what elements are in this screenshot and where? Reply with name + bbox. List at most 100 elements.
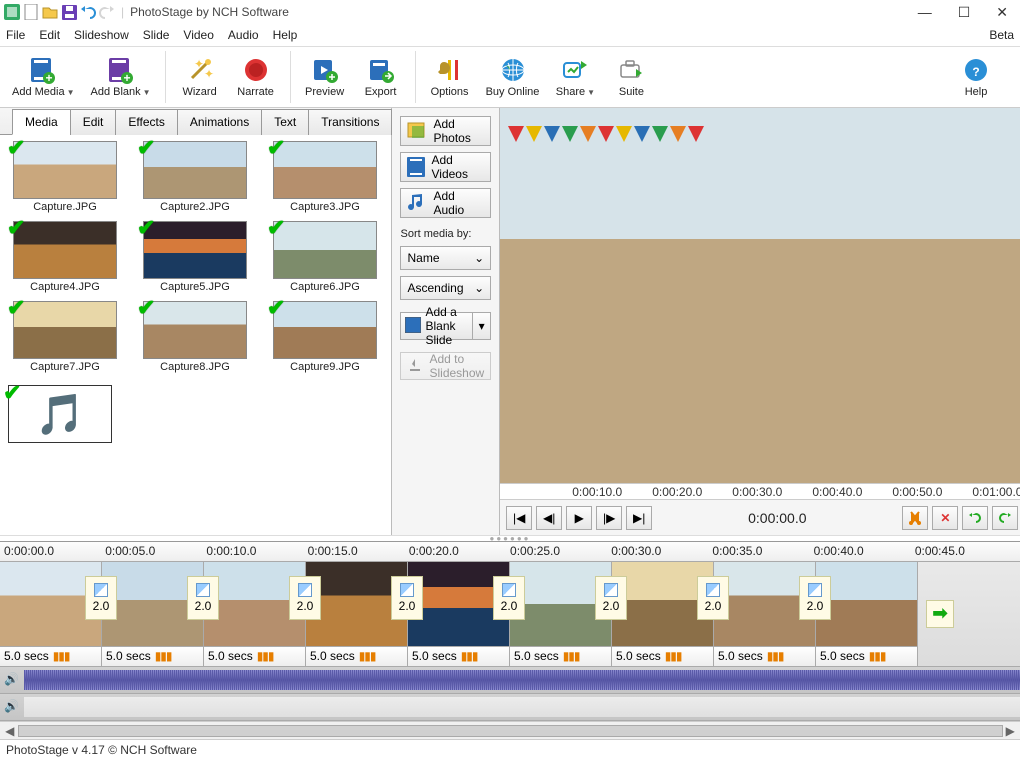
transition-marker[interactable]: 2.0 (595, 576, 627, 620)
share-button[interactable]: Share▼ (547, 54, 603, 100)
svg-text:?: ? (972, 65, 979, 79)
help-button[interactable]: ? Help (948, 54, 1004, 100)
scroll-thumb[interactable] (18, 725, 1003, 737)
check-icon: ✔ (7, 135, 25, 161)
timeline-clip[interactable]: 2.05.0 secs▮▮▮ (0, 562, 102, 666)
transition-marker[interactable]: 2.0 (289, 576, 321, 620)
transition-marker[interactable]: 2.0 (697, 576, 729, 620)
media-thumb[interactable]: ✔Capture7.JPG (4, 301, 126, 379)
menu-help[interactable]: Help (273, 28, 298, 42)
transition-marker[interactable]: 2.0 (85, 576, 117, 620)
preview-ruler[interactable]: 0:00:10.0 0:00:20.0 0:00:30.0 0:00:40.0 … (500, 483, 1020, 499)
open-icon[interactable] (42, 4, 58, 20)
new-icon[interactable] (23, 4, 39, 20)
media-thumb[interactable]: ✔Capture3.JPG (264, 141, 386, 219)
step-back-button[interactable]: ◀| (536, 506, 562, 530)
preview-button[interactable]: Preview (297, 54, 353, 100)
sort-field-select[interactable]: Name ⌄ (400, 246, 491, 270)
add-audio-button[interactable]: Add Audio (400, 188, 491, 218)
buy-online-button[interactable]: Buy Online (478, 54, 548, 100)
options-button[interactable]: Options (422, 54, 478, 100)
minimize-icon[interactable]: — (918, 4, 932, 21)
sort-order-select[interactable]: Ascending ⌄ (400, 276, 491, 300)
export-button[interactable]: Export (353, 54, 409, 100)
undo2-button[interactable] (962, 506, 988, 530)
menu-edit[interactable]: Edit (39, 28, 60, 42)
suite-button[interactable]: Suite (603, 54, 659, 100)
timeline-clip[interactable]: 5.0 secs▮▮▮ (816, 562, 918, 666)
media-thumb-audio[interactable]: ✔🎵 (8, 385, 112, 443)
add-blank-slide-button[interactable]: Add a Blank Slide (400, 312, 473, 340)
menu-slideshow[interactable]: Slideshow (74, 28, 129, 42)
tab-transitions[interactable]: Transitions (308, 109, 392, 135)
go-start-button[interactable]: |◀ (506, 506, 532, 530)
add-blank-button[interactable]: + Add Blank▼ (83, 54, 159, 100)
maximize-icon[interactable]: ☐ (958, 4, 971, 21)
video-track[interactable]: 2.05.0 secs▮▮▮2.05.0 secs▮▮▮2.05.0 secs▮… (0, 562, 1020, 667)
menu-file[interactable]: File (6, 28, 25, 42)
media-thumb[interactable]: ✔Capture4.JPG (4, 221, 126, 299)
scroll-left-icon[interactable]: ◀ (2, 724, 18, 738)
narrate-button[interactable]: Narrate (228, 54, 284, 100)
add-blank-slide-dropdown[interactable]: ▾ (473, 312, 491, 340)
save-icon[interactable] (61, 4, 77, 20)
media-thumb[interactable]: ✔Capture5.JPG (134, 221, 256, 299)
tab-animations[interactable]: Animations (177, 109, 262, 135)
panel-tabs: Media Edit Effects Animations Text Trans… (0, 108, 391, 135)
add-photos-button[interactable]: Add Photos (400, 116, 491, 146)
sort-label: Sort media by: (400, 228, 491, 240)
clip-bars-icon: ▮▮▮ (869, 649, 886, 663)
timeline-clip[interactable]: 2.05.0 secs▮▮▮ (714, 562, 816, 666)
media-thumb[interactable]: ✔Capture9.JPG (264, 301, 386, 379)
step-forward-button[interactable]: |▶ (596, 506, 622, 530)
play-button[interactable]: ▶ (566, 506, 592, 530)
menu-slide[interactable]: Slide (143, 28, 170, 42)
timeline-clip[interactable]: 2.05.0 secs▮▮▮ (204, 562, 306, 666)
audio-track-1[interactable]: 🔊 (0, 667, 1020, 694)
audio-track-2[interactable]: 🔊 (0, 694, 1020, 721)
menu-video[interactable]: Video (183, 28, 213, 42)
transition-marker[interactable]: 2.0 (493, 576, 525, 620)
tab-text[interactable]: Text (261, 109, 309, 135)
svg-text:+: + (123, 71, 130, 84)
transition-marker[interactable]: 2.0 (799, 576, 831, 620)
clip-duration: 5.0 secs (718, 649, 763, 663)
tab-effects[interactable]: Effects (115, 109, 177, 135)
clip-duration: 5.0 secs (310, 649, 355, 663)
timeline-end-marker[interactable]: ➡ (918, 562, 962, 666)
delete-button[interactable]: ✕ (932, 506, 958, 530)
add-media-button[interactable]: + Add Media▼ (4, 54, 83, 100)
timeline-clip[interactable]: 2.05.0 secs▮▮▮ (102, 562, 204, 666)
tab-edit[interactable]: Edit (70, 109, 117, 135)
add-to-slideshow-button[interactable]: Add to Slideshow (400, 352, 491, 380)
timeline-scrollbar[interactable]: ◀ ▶ (0, 721, 1020, 739)
close-icon[interactable]: ✕ (996, 4, 1008, 21)
menu-audio[interactable]: Audio (228, 28, 259, 42)
transition-marker[interactable]: 2.0 (187, 576, 219, 620)
timeline-ruler[interactable]: 0:00:00.00:00:05.00:00:10.00:00:15.00:00… (0, 542, 1020, 562)
timeline-clip[interactable]: 2.05.0 secs▮▮▮ (510, 562, 612, 666)
thumb-caption: Capture7.JPG (30, 359, 100, 379)
wizard-button[interactable]: ✦✦ Wizard (172, 54, 228, 100)
redo-icon[interactable] (99, 4, 115, 20)
redo2-button[interactable] (992, 506, 1018, 530)
menubar: File Edit Slideshow Slide Video Audio He… (0, 24, 1020, 46)
transition-marker[interactable]: 2.0 (391, 576, 423, 620)
add-videos-button[interactable]: Add Videos (400, 152, 491, 182)
scroll-right-icon[interactable]: ▶ (1003, 724, 1019, 738)
check-icon: ✔ (3, 380, 21, 406)
audio-icon (407, 193, 427, 213)
timeline-clip[interactable]: 2.05.0 secs▮▮▮ (612, 562, 714, 666)
check-icon: ✔ (7, 215, 25, 241)
timeline-clip[interactable]: 2.05.0 secs▮▮▮ (306, 562, 408, 666)
timeline-clip[interactable]: 2.05.0 secs▮▮▮ (408, 562, 510, 666)
media-thumb[interactable]: ✔Capture8.JPG (134, 301, 256, 379)
bunting-graphic (508, 126, 815, 148)
undo-icon[interactable] (80, 4, 96, 20)
media-thumb[interactable]: ✔Capture.JPG (4, 141, 126, 219)
media-thumb[interactable]: ✔Capture2.JPG (134, 141, 256, 219)
media-thumb[interactable]: ✔Capture6.JPG (264, 221, 386, 299)
go-end-button[interactable]: ▶| (626, 506, 652, 530)
split-button[interactable] (902, 506, 928, 530)
tab-media[interactable]: Media (12, 109, 71, 135)
